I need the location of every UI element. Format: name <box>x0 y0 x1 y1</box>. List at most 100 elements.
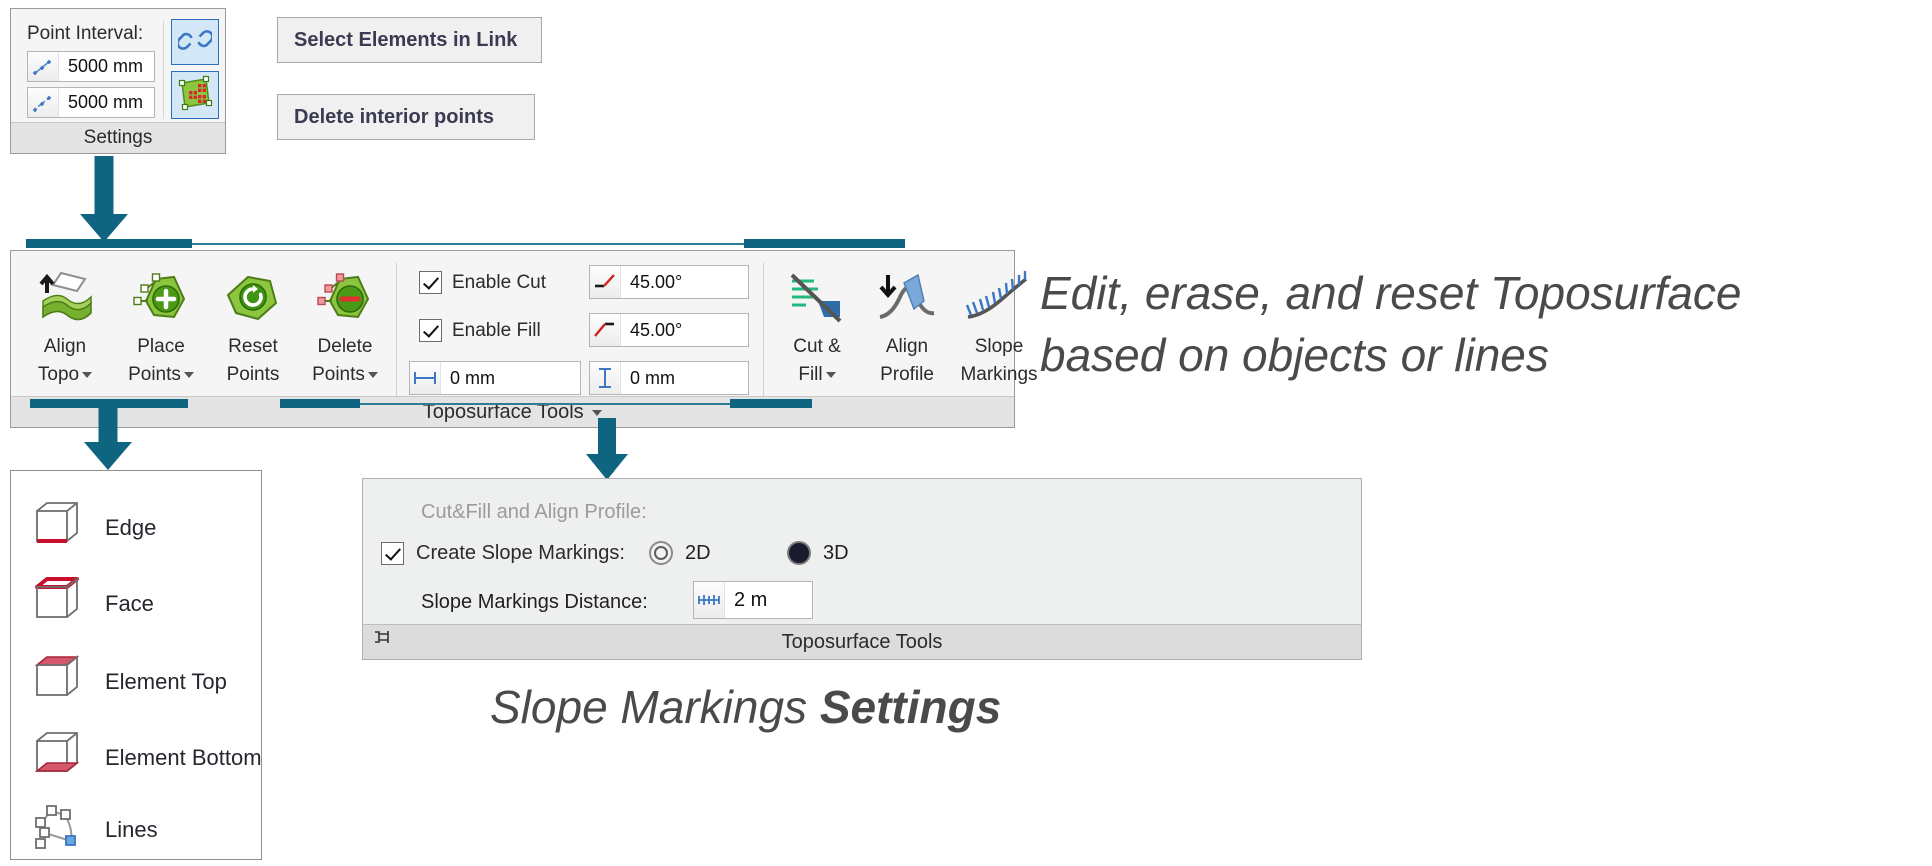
ribbon-tool-cut-and-fill[interactable]: Cut & Fill <box>773 265 861 387</box>
horizontal-offset-field[interactable]: 0 mm <box>409 361 581 395</box>
select-elements-in-link-button[interactable]: Select Elements in Link <box>277 17 542 63</box>
cut-and-fill-line2-text: Fill <box>798 364 823 385</box>
ribbon-tool-place-points-line2: Points <box>128 362 194 387</box>
mode-3d-radio[interactable] <box>787 541 811 565</box>
selection-target-options-panel: Edge Face Element Top Element Bottom Lin… <box>10 470 262 860</box>
ribbon-tool-reset-points[interactable]: Reset Points <box>207 265 299 387</box>
options-item-element-top-label: Element Top <box>105 668 227 694</box>
cube-face-icon <box>31 575 83 632</box>
enable-fill-row[interactable]: Enable Fill <box>419 319 541 342</box>
fill-slope-icon <box>590 314 621 346</box>
enable-cut-row[interactable]: Enable Cut <box>419 271 546 294</box>
create-slope-markings-label: Create Slope Markings: <box>416 542 625 564</box>
cube-edge-icon <box>31 499 83 556</box>
settings-panel: Point Interval: 5000 mm 5000 mm Settings <box>10 8 226 154</box>
slope-markings-icon <box>964 265 1034 331</box>
slope-dialog-caption-text: Toposurface Tools <box>781 631 943 653</box>
point-interval-dashed-icon <box>28 88 59 117</box>
cut-angle-value: 45.00° <box>630 271 683 292</box>
mode-2d-option[interactable]: 2D <box>649 541 711 565</box>
ribbon-tool-align-profile-line2: Profile <box>880 364 934 385</box>
pin-icon[interactable] <box>371 626 393 653</box>
enable-cut-checkbox[interactable] <box>419 271 442 294</box>
ribbon-tool-delete-points-line1: Delete <box>317 336 373 357</box>
chevron-down-icon[interactable] <box>82 371 93 378</box>
point-interval-solid-icon <box>28 52 59 81</box>
chevron-down-icon[interactable] <box>183 371 194 378</box>
mode-3d-option[interactable]: 3D <box>787 541 849 565</box>
fill-angle-field[interactable]: 45.00° <box>589 313 749 347</box>
cut-angle-field[interactable]: 45.00° <box>589 265 749 299</box>
ribbon-tool-place-points[interactable]: Place Points <box>115 265 207 387</box>
align-topo-icon <box>33 265 97 331</box>
point-interval-value-1: 5000 mm <box>68 56 144 76</box>
slope-markings-distance-label: Slope Markings Distance: <box>421 591 648 613</box>
ribbon-tool-align-topo[interactable]: Align Topo <box>19 265 111 387</box>
ribbon-top-accent-right <box>744 239 905 248</box>
enable-cut-label: Enable Cut <box>452 271 547 293</box>
create-slope-markings-row[interactable]: Create Slope Markings: <box>381 542 625 565</box>
ribbon-tool-cut-and-fill-line1: Cut & <box>793 336 841 357</box>
cutfill-align-profile-section-label: Cut&Fill and Align Profile: <box>421 501 647 523</box>
annotation-bottom-normal: Slope Markings <box>490 681 820 733</box>
options-item-element-bottom[interactable]: Element Bottom <box>31 729 262 786</box>
options-item-lines[interactable]: Lines <box>31 801 158 858</box>
ribbon-top-accent-thin <box>192 243 744 245</box>
ribbon-tool-place-points-line1: Place <box>137 336 185 357</box>
slope-markings-distance-value: 2 m <box>734 588 768 611</box>
vertical-offset-field[interactable]: 0 mm <box>589 361 749 395</box>
ribbon-tool-delete-points-line2: Points <box>312 362 378 387</box>
annotation-right-line1: Edit, erase, and reset Toposurface <box>1040 267 1742 319</box>
point-interval-field-1[interactable]: 5000 mm <box>27 51 155 82</box>
fill-angle-value: 45.00° <box>630 319 683 340</box>
select-elements-in-link-label: Select Elements in Link <box>294 28 518 51</box>
ribbon-tool-slope-markings-line1: Slope <box>974 336 1024 357</box>
options-item-lines-label: Lines <box>105 816 158 842</box>
chevron-down-icon[interactable] <box>367 371 378 378</box>
annotation-right: Edit, erase, and reset Toposurface based… <box>1040 262 1920 386</box>
ribbon-bottom-accent-3 <box>730 399 812 408</box>
annotation-bottom: Slope Markings Settings <box>490 680 1001 734</box>
ribbon-bottom-accent-thin <box>360 403 730 405</box>
cut-slope-icon <box>590 266 621 298</box>
link-toggle[interactable] <box>171 19 219 65</box>
settings-divider <box>163 21 164 119</box>
create-slope-markings-checkbox[interactable] <box>381 542 404 565</box>
point-interval-field-2[interactable]: 5000 mm <box>27 87 155 118</box>
mode-2d-label: 2D <box>685 541 711 564</box>
enable-fill-label: Enable Fill <box>452 319 541 341</box>
align-profile-icon <box>874 265 940 331</box>
ribbon-top-accent-left <box>26 239 192 248</box>
slope-markings-distance-field[interactable]: 2 m <box>693 581 813 619</box>
cube-bottom-icon <box>31 729 83 786</box>
interior-points-icon <box>176 74 214 117</box>
cut-and-fill-icon <box>784 265 850 331</box>
ribbon-tool-align-profile-line1: Align <box>885 336 929 357</box>
options-item-element-top[interactable]: Element Top <box>31 653 227 710</box>
arrow-settings-to-ribbon <box>80 156 128 242</box>
mode-3d-label: 3D <box>823 541 849 564</box>
chevron-down-icon[interactable] <box>592 409 603 416</box>
horizontal-offset-value: 0 mm <box>450 367 495 388</box>
options-item-face[interactable]: Face <box>31 575 154 632</box>
annotation-bottom-bold: Settings <box>819 681 1002 733</box>
point-interval-label: Point Interval: <box>27 23 144 44</box>
align-topo-line2-text: Topo <box>37 364 80 385</box>
chevron-down-icon[interactable] <box>825 371 836 378</box>
delete-interior-points-button[interactable]: Delete interior points <box>277 94 535 140</box>
interior-points-toggle[interactable] <box>171 71 219 119</box>
settings-panel-caption: Settings <box>11 122 225 153</box>
delete-interior-points-label: Delete interior points <box>294 105 495 128</box>
options-item-edge[interactable]: Edge <box>31 499 156 556</box>
options-item-face-label: Face <box>105 590 154 616</box>
place-points-line2-text: Points <box>128 364 181 385</box>
ribbon-tool-reset-points-line1: Reset <box>228 336 278 357</box>
point-interval-value-2: 5000 mm <box>68 92 144 112</box>
lines-icon <box>31 801 83 858</box>
ribbon-tool-slope-markings-line2: Markings <box>960 364 1038 385</box>
enable-fill-checkbox[interactable] <box>419 319 442 342</box>
ribbon-tool-delete-points[interactable]: Delete Points <box>299 265 391 387</box>
mode-2d-radio[interactable] <box>649 541 673 565</box>
ribbon-tool-slope-markings[interactable]: Slope Markings <box>949 265 1049 387</box>
ribbon-tool-align-profile[interactable]: Align Profile <box>863 265 951 387</box>
